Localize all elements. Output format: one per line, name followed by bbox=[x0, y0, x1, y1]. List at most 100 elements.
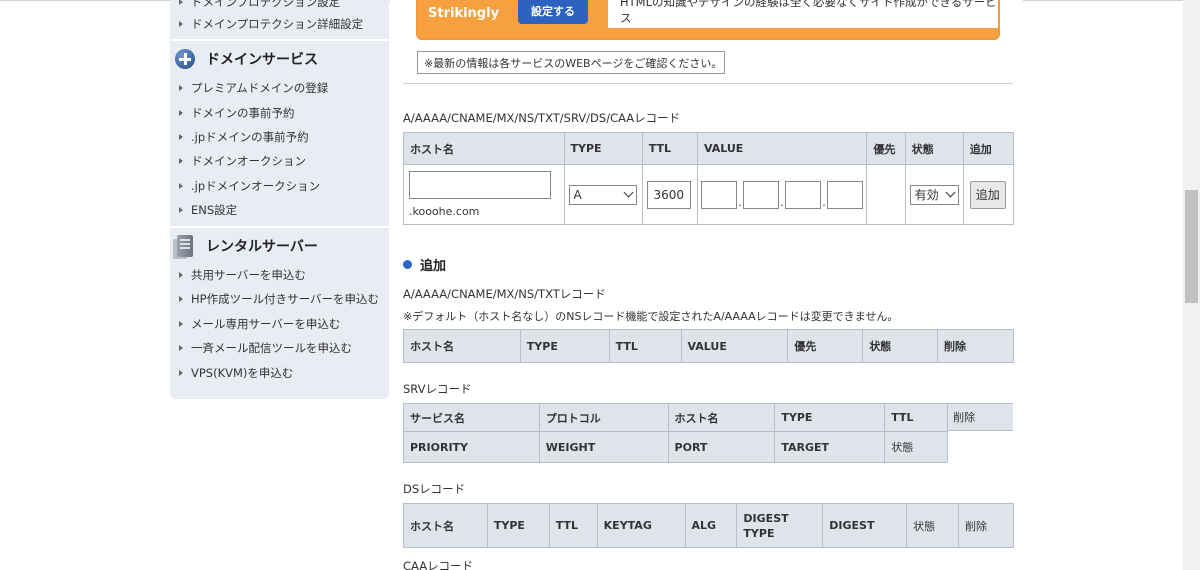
record-form-table: ホスト名 TYPE TTL VALUE 優先 状態 追加 .kooohe.com… bbox=[403, 132, 1015, 225]
status-select[interactable]: 有効 bbox=[909, 184, 959, 205]
sidebar-item-label: ドメインの事前予約 bbox=[191, 106, 295, 120]
chevron-down-icon bbox=[623, 187, 633, 198]
header-ttl: TTL bbox=[884, 403, 949, 432]
a-records-table: ホスト名 TYPE TTL VALUE 優先 状態 削除 bbox=[403, 329, 1014, 363]
a-records-note: ※デフォルト（ホスト名なし）のNSレコード機能で設定されたA/AAAAレコードは… bbox=[403, 310, 899, 323]
status-select-value: 有効 bbox=[914, 188, 939, 202]
add-section-title: 追加 bbox=[403, 255, 446, 274]
header-status: 状態 bbox=[862, 329, 939, 363]
header-type: TYPE bbox=[486, 503, 550, 548]
host-input[interactable] bbox=[409, 171, 551, 199]
banner-setup-button[interactable]: 設定する bbox=[518, 0, 588, 24]
header-delete: 削除 bbox=[958, 503, 1014, 548]
type-select[interactable]: A bbox=[568, 184, 637, 205]
header-host: ホスト名 bbox=[403, 503, 488, 548]
priority-cell bbox=[866, 164, 906, 225]
add-record-button[interactable]: 追加 bbox=[969, 180, 1006, 209]
plus-circle-icon bbox=[174, 48, 196, 70]
header-keytag: KEYTAG bbox=[596, 503, 686, 548]
triangle-right-icon bbox=[179, 296, 183, 302]
record-form-label: A/AAAA/CNAME/MX/NS/TXT/SRV/DS/CAAレコード bbox=[403, 111, 681, 125]
header-digest-type: DIGEST TYPE bbox=[736, 503, 824, 548]
sidebar-item-premium-domain[interactable]: プレミアムドメインの登録 bbox=[179, 78, 328, 98]
header-delete: 削除 bbox=[947, 403, 1014, 463]
ttl-input[interactable]: 3600 bbox=[646, 180, 691, 209]
sidebar-item-vps[interactable]: VPS(KVM)を申込む bbox=[179, 363, 293, 383]
header-priority: 優先 bbox=[787, 329, 864, 363]
caa-records-label: CAAレコード bbox=[403, 559, 474, 570]
triangle-right-icon bbox=[179, 110, 183, 116]
sidebar-item-mail-server[interactable]: メール専用サーバーを申込む bbox=[179, 314, 340, 334]
value-octet-3-input[interactable] bbox=[784, 180, 821, 209]
header-priority: 優先 bbox=[866, 132, 906, 165]
sidebar-item-label: ドメインオークション bbox=[191, 154, 306, 168]
sidebar-item-domain-auction[interactable]: ドメインオークション bbox=[179, 151, 306, 171]
sidebar-item-bulk-mail-tool[interactable]: 一斉メール配信ツールを申込む bbox=[179, 338, 352, 358]
header-type: TYPE bbox=[563, 132, 643, 165]
sidebar-item-jp-domain-auction[interactable]: .jpドメインオークション bbox=[179, 176, 320, 196]
triangle-right-icon bbox=[179, 158, 183, 164]
header-port: PORT bbox=[667, 431, 776, 463]
triangle-right-icon bbox=[179, 0, 183, 5]
scrollbar-thumb[interactable] bbox=[1185, 190, 1198, 303]
header-host: ホスト名 bbox=[667, 403, 776, 432]
header-ttl: TTL bbox=[608, 329, 682, 363]
header-weight: WEIGHT bbox=[538, 431, 669, 463]
divider bbox=[403, 83, 1013, 84]
sidebar-item-jp-domain-preorder[interactable]: .jpドメインの事前予約 bbox=[179, 127, 309, 147]
ds-records-label: DSレコード bbox=[403, 482, 466, 496]
value-octet-4-input[interactable] bbox=[826, 180, 863, 209]
header-service-name: サービス名 bbox=[403, 403, 540, 432]
sidebar-item-shared-server[interactable]: 共用サーバーを申込む bbox=[179, 265, 306, 285]
notice-box: ※最新の情報は各サービスのWEBページをご確認ください。 bbox=[417, 51, 725, 74]
header-value: VALUE bbox=[696, 132, 868, 165]
sidebar-item-label: .jpドメインの事前予約 bbox=[191, 130, 309, 144]
triangle-right-icon bbox=[179, 85, 183, 91]
triangle-right-icon bbox=[179, 134, 183, 140]
header-target: TARGET bbox=[774, 431, 886, 463]
srv-records-table: サービス名 プロトコル ホスト名 TYPE TTL 削除 PRIORITY WE… bbox=[403, 403, 1014, 463]
type-select-value: A bbox=[573, 187, 582, 202]
header-digest: DIGEST bbox=[822, 503, 908, 548]
header-ttl: TTL bbox=[641, 132, 698, 165]
header-priority: PRIORITY bbox=[403, 431, 540, 463]
chevron-down-icon bbox=[945, 187, 956, 198]
sidebar: ドメインプロテクション設定 ドメインプロテクション詳細設定 ドメインサービス プ… bbox=[170, 0, 389, 399]
sidebar-section-rental-server: レンタルサーバー bbox=[170, 226, 389, 264]
header-delete: 削除 bbox=[937, 329, 1014, 363]
sidebar-item-label: HP作成ツール付きサーバーを申込む bbox=[191, 292, 379, 306]
a-records-label: A/AAAA/CNAME/MX/NS/TXTレコード bbox=[403, 287, 606, 301]
triangle-right-icon bbox=[179, 321, 183, 327]
triangle-right-icon bbox=[179, 345, 183, 351]
add-cell: 追加 bbox=[962, 164, 1015, 225]
sidebar-item-label: ドメインプロテクション設定 bbox=[191, 0, 341, 9]
header-value: VALUE bbox=[680, 329, 789, 363]
sidebar-item-hp-tool-server[interactable]: HP作成ツール付きサーバーを申込む bbox=[179, 289, 379, 309]
sidebar-item-domain-preorder[interactable]: ドメインの事前予約 bbox=[179, 103, 295, 123]
banner-description: HTMLの知識やデザインの経験は全く必要なくサイト作成ができるサービス bbox=[608, 0, 998, 28]
server-icon bbox=[174, 235, 196, 257]
sidebar-item-label: プレミアムドメインの登録 bbox=[191, 81, 329, 95]
sidebar-item-label: 共用サーバーを申込む bbox=[191, 268, 306, 282]
sidebar-item-ens-settings[interactable]: ENS設定 bbox=[179, 200, 237, 220]
banner-title: Strikingly bbox=[428, 6, 500, 21]
value-octet-2-input[interactable] bbox=[742, 180, 779, 209]
header-status: 状態 bbox=[906, 503, 960, 548]
type-cell: A bbox=[563, 164, 643, 225]
triangle-right-icon bbox=[179, 21, 183, 27]
header-alg: ALG bbox=[684, 503, 738, 548]
status-cell: 有効 bbox=[904, 164, 964, 225]
value-octet-1-input[interactable] bbox=[700, 180, 737, 209]
sidebar-section-domain-service: ドメインサービス bbox=[170, 39, 389, 77]
sidebar-section-title: ドメインサービス bbox=[206, 52, 318, 68]
header-type: TYPE bbox=[774, 403, 886, 432]
sidebar-item-domain-protection[interactable]: ドメインプロテクション設定 bbox=[179, 0, 340, 12]
sidebar-item-domain-protection-detail[interactable]: ドメインプロテクション詳細設定 bbox=[179, 14, 363, 34]
host-cell: .kooohe.com bbox=[403, 164, 565, 225]
header-host: ホスト名 bbox=[403, 329, 521, 363]
header-ttl: TTL bbox=[548, 503, 598, 548]
value-cell: . . . bbox=[696, 164, 868, 225]
add-section-title-text: 追加 bbox=[420, 259, 447, 274]
srv-records-label: SRVレコード bbox=[403, 382, 472, 396]
bullet-dot-icon bbox=[403, 260, 412, 269]
